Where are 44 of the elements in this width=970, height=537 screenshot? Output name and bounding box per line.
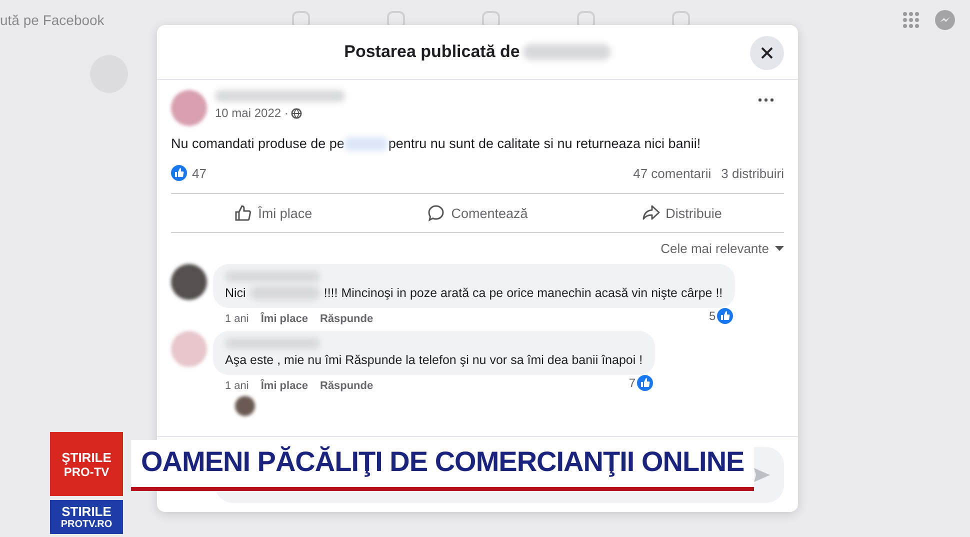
post-text: Nu comandati produse de pe [171,136,344,151]
share-button[interactable]: Distribuie [580,194,784,232]
thumbs-up-icon [234,204,252,222]
headline: OAMENI PĂCĂLIŢI DE COMERCIANŢII ONLINE [141,446,744,477]
comment-text: Aşa este , mie nu îmi Răspunde la telefon şi nu vor sa îmi dea banii înapoi ! [225,353,643,367]
blurred-name [250,286,320,300]
like-icon [636,375,653,391]
dialog-title: Postarea publicată de [344,42,520,62]
avatar [235,396,255,416]
reaction-count: 7 [628,376,636,390]
more-icon[interactable] [758,98,774,102]
reply-link[interactable]: Răspunde [320,313,374,325]
like-link[interactable]: Îmi place [260,380,308,392]
like-count: 47 [192,166,206,180]
sort-dropdown[interactable]: Cele mai relevante [660,239,784,258]
reaction-count: 5 [708,309,716,323]
search-field[interactable]: ută pe Facebook [0,12,150,28]
like-icon [716,308,733,324]
like-link[interactable]: Îmi place [260,313,308,325]
caret-icon [775,246,784,252]
avatar [171,90,207,126]
comment-button[interactable]: Comentează [375,194,580,232]
post-text: pentru nu sunt de calitate si nu returneaza nici banii! [388,136,701,151]
close-button[interactable] [750,36,784,70]
globe-icon [291,108,302,118]
share-count[interactable]: 3 distribuiri [721,166,784,180]
send-icon[interactable] [754,468,770,482]
messenger-icon[interactable] [934,9,956,31]
comment-time: 1 ani [225,380,249,392]
post-date: 10 mai 2022 · [215,106,288,120]
like-icon [171,165,187,181]
like-button[interactable]: Îmi place [171,194,376,232]
comment-count[interactable]: 47 comentarii [633,166,712,180]
comment-text: Nici [225,286,246,300]
channel-logo: ŞTIRILE PRO-TV [50,432,123,496]
close-icon [761,47,773,59]
menu-icon[interactable] [902,11,920,29]
website-logo: STIRILE PROTV.RO [50,500,123,534]
blurred-name [344,136,388,150]
reply-link[interactable]: Răspunde [320,380,374,392]
comment-icon [427,204,446,222]
comment-text: !!!! Mincinoşi in poze arată ca pe orice manechin acasă vin nişte cârpe !! [324,286,723,300]
share-icon [642,204,660,222]
comment-time: 1 ani [225,313,249,325]
